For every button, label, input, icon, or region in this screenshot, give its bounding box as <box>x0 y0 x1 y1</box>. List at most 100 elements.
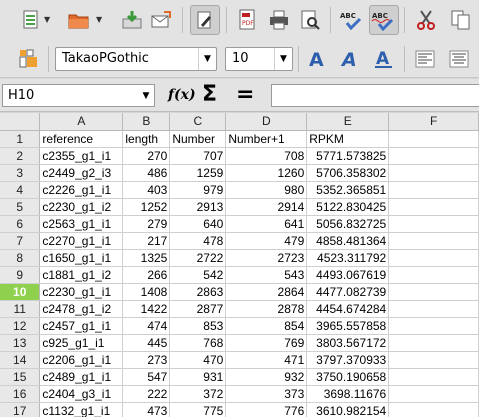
cell-e17[interactable]: 3610.982154 <box>306 402 390 417</box>
cell-d1[interactable]: Number+1 <box>225 130 308 148</box>
cell-d4[interactable]: 980 <box>225 181 308 199</box>
cell-f14[interactable] <box>388 351 479 369</box>
underline-icon[interactable]: A <box>369 44 399 74</box>
cell-b8[interactable]: 1325 <box>122 249 171 267</box>
cell-c8[interactable]: 2722 <box>169 249 227 267</box>
cell-f4[interactable] <box>388 181 479 199</box>
cell-a16[interactable]: c2404_g3_i1 <box>39 385 124 403</box>
cell-c1[interactable]: Number <box>169 130 227 148</box>
cell-a17[interactable]: c1132_g1_i1 <box>39 402 124 417</box>
cell-f15[interactable] <box>388 368 479 386</box>
cell-e16[interactable]: 3698.11676 <box>306 385 390 403</box>
row-header[interactable]: 5 <box>0 198 41 216</box>
cell-e15[interactable]: 3750.190658 <box>306 368 390 386</box>
cell-f5[interactable] <box>388 198 479 216</box>
font-size-select[interactable]: 10 ▼ <box>225 47 293 71</box>
cell-e3[interactable]: 5706.358302 <box>306 164 390 182</box>
name-box[interactable]: H10 ▼ <box>2 84 155 107</box>
cell-d7[interactable]: 479 <box>225 232 308 250</box>
row-header[interactable]: 15 <box>0 368 41 386</box>
cell-b5[interactable]: 1252 <box>122 198 171 216</box>
sum-icon[interactable]: Σ <box>202 82 217 107</box>
save-icon[interactable] <box>117 5 147 35</box>
function-wizard-icon[interactable]: f(x) <box>168 87 196 103</box>
cell-b13[interactable]: 445 <box>122 334 171 352</box>
cell-f3[interactable] <box>388 164 479 182</box>
cell-a6[interactable]: c2563_g1_i1 <box>39 215 124 233</box>
cell-e6[interactable]: 5056.832725 <box>306 215 390 233</box>
cell-c4[interactable]: 979 <box>169 181 227 199</box>
export-pdf-icon[interactable]: PDF <box>232 5 262 35</box>
spreadsheet-grid[interactable]: ABCDEF 1 reference length Number Number+1 RPK… <box>0 113 479 417</box>
cell-a4[interactable]: c2226_g1_i1 <box>39 181 124 199</box>
cell-e11[interactable]: 4454.674284 <box>306 300 390 318</box>
cell-e9[interactable]: 4493.067619 <box>306 266 390 284</box>
cell-d16[interactable]: 373 <box>225 385 308 403</box>
cell-a13[interactable]: c925_g1_i1 <box>39 334 124 352</box>
row-header[interactable]: 4 <box>0 181 41 199</box>
cell-b1[interactable]: length <box>122 130 171 148</box>
cell-c5[interactable]: 2913 <box>169 198 227 216</box>
cell-d12[interactable]: 854 <box>225 317 308 335</box>
bold-icon[interactable]: A <box>303 44 333 74</box>
cell-a12[interactable]: c2457_g1_i1 <box>39 317 124 335</box>
cell-e7[interactable]: 4858.481364 <box>306 232 390 250</box>
cell-f9[interactable] <box>388 266 479 284</box>
cell-f7[interactable] <box>388 232 479 250</box>
cell-c17[interactable]: 775 <box>169 402 227 417</box>
font-name-select[interactable]: TakaoPGothic ▼ <box>55 47 217 71</box>
cell-d3[interactable]: 1260 <box>225 164 308 182</box>
cell-d11[interactable]: 2878 <box>225 300 308 318</box>
cell-f17[interactable] <box>388 402 479 417</box>
cell-c11[interactable]: 2877 <box>169 300 227 318</box>
row-header[interactable]: 17 <box>0 402 41 417</box>
italic-icon[interactable]: A <box>336 44 366 74</box>
cell-b17[interactable]: 473 <box>122 402 171 417</box>
cell-c14[interactable]: 470 <box>169 351 227 369</box>
cell-b15[interactable]: 547 <box>122 368 171 386</box>
cell-c10[interactable]: 2863 <box>169 283 227 301</box>
open-dropdown-icon[interactable]: ▼ <box>96 15 102 24</box>
cell-e8[interactable]: 4523.311792 <box>306 249 390 267</box>
align-left-icon[interactable] <box>410 44 440 74</box>
cell-a11[interactable]: c2478_g1_i2 <box>39 300 124 318</box>
column-header-e[interactable]: E <box>306 113 390 131</box>
cell-e12[interactable]: 3965.557858 <box>306 317 390 335</box>
cell-c6[interactable]: 640 <box>169 215 227 233</box>
cell-f11[interactable] <box>388 300 479 318</box>
cell-b3[interactable]: 486 <box>122 164 171 182</box>
cell-d9[interactable]: 543 <box>225 266 308 284</box>
cut-icon[interactable] <box>411 5 441 35</box>
column-header-f[interactable]: F <box>388 113 479 131</box>
cell-a15[interactable]: c2489_g1_i1 <box>39 368 124 386</box>
cell-d6[interactable]: 641 <box>225 215 308 233</box>
cell-f10[interactable] <box>388 283 479 301</box>
cell-c16[interactable]: 372 <box>169 385 227 403</box>
cell-f8[interactable] <box>388 249 479 267</box>
print-icon[interactable] <box>264 5 294 35</box>
row-header[interactable]: 7 <box>0 232 41 250</box>
cell-b11[interactable]: 1422 <box>122 300 171 318</box>
open-folder-icon[interactable] <box>64 5 94 35</box>
cell-b10[interactable]: 1408 <box>122 283 171 301</box>
cell-d17[interactable]: 776 <box>225 402 308 417</box>
row-header[interactable]: 2 <box>0 147 41 165</box>
cell-c2[interactable]: 707 <box>169 147 227 165</box>
print-preview-icon[interactable] <box>295 5 325 35</box>
cell-f1[interactable] <box>388 130 479 148</box>
chevron-down-icon[interactable]: ▼ <box>138 85 154 106</box>
cell-f16[interactable] <box>388 385 479 403</box>
chevron-down-icon[interactable]: ▼ <box>274 48 292 70</box>
cell-a1[interactable]: reference <box>39 130 124 148</box>
row-header[interactable]: 6 <box>0 215 41 233</box>
cell-b7[interactable]: 217 <box>122 232 171 250</box>
cell-a5[interactable]: c2230_g1_i2 <box>39 198 124 216</box>
cell-e2[interactable]: 5771.573825 <box>306 147 390 165</box>
column-header-a[interactable]: A <box>39 113 124 131</box>
cell-f13[interactable] <box>388 334 479 352</box>
cell-b6[interactable]: 279 <box>122 215 171 233</box>
row-header[interactable]: 16 <box>0 385 41 403</box>
formula-icon[interactable]: = <box>236 82 254 107</box>
row-header[interactable]: 13 <box>0 334 41 352</box>
cell-a7[interactable]: c2270_g1_i1 <box>39 232 124 250</box>
